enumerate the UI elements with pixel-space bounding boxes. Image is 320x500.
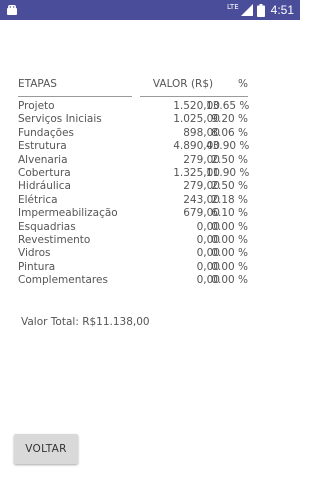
row-etapa: Cobertura	[18, 166, 71, 179]
row-etapa: Fundações	[18, 126, 75, 139]
row-etapa: Impermeabilização	[18, 207, 118, 220]
table-header: ETAPAS VALOR (R$) %	[18, 76, 258, 96]
network-type-label: LTE	[227, 2, 239, 11]
row-etapa: Complementares	[18, 274, 108, 287]
clock: 4:51	[270, 3, 294, 17]
android-notification-icon	[7, 5, 17, 15]
row-etapa: Estrutura	[18, 140, 67, 153]
row-percent: 2.18 %	[211, 193, 248, 206]
row-percent: 11.90 %	[206, 166, 250, 179]
table-row: Alvenaria 279,00 2.50 %	[18, 154, 258, 167]
row-etapa: Esquadrias	[18, 220, 76, 233]
header-etapas: ETAPAS	[18, 78, 57, 90]
table-row: Hidráulica 279,00 2.50 %	[18, 180, 258, 193]
row-percent: 2.50 %	[211, 153, 248, 166]
row-percent: 0.00 %	[211, 274, 248, 287]
row-etapa: Serviços Iniciais	[18, 113, 102, 126]
table-row: Complementares 0,00 0.00 %	[18, 274, 258, 287]
signal-icon	[240, 4, 253, 16]
table-body: Projeto 1.520,00 13.65 % Serviços Iniciais…	[18, 100, 258, 287]
status-icons: LTE 4:51	[227, 0, 294, 20]
table-row: Fundações 898,00 8.06 %	[18, 127, 258, 140]
row-etapa: Pintura	[18, 260, 56, 273]
table-row: Revestimento 0,00 0.00 %	[18, 234, 258, 247]
table-row: Impermeabilização 679,00 6.10 %	[18, 207, 258, 220]
row-percent: 2.50 %	[211, 180, 248, 193]
notification-area	[6, 3, 18, 22]
row-etapa: Alvenaria	[18, 153, 68, 166]
voltar-button[interactable]: VOLTAR	[14, 434, 78, 464]
table-row: Elétrica 243,00 2.18 %	[18, 194, 258, 207]
divider-etapas	[18, 96, 132, 97]
battery-icon	[256, 3, 265, 17]
table-row: Pintura 0,00 0.00 %	[18, 261, 258, 274]
row-etapa: Revestimento	[18, 233, 91, 246]
table-row: Estrutura 4.890,00 43.90 %	[18, 140, 258, 153]
status-bar: LTE 4:51	[0, 0, 300, 20]
etapas-table: ETAPAS VALOR (R$) % Projeto 1.520,00 13.65…	[18, 76, 258, 287]
row-percent: 0.00 %	[211, 247, 248, 260]
row-percent: 6.10 %	[211, 207, 248, 220]
header-divider	[18, 96, 258, 98]
row-percent: 8.06 %	[211, 126, 248, 139]
row-etapa: Hidráulica	[18, 180, 71, 193]
table-row: Serviços Iniciais 1.025,00 9.20 %	[18, 113, 258, 126]
total-value: Valor Total: R$11.138,00	[21, 316, 150, 328]
header-valor: VALOR (R$)	[152, 78, 214, 90]
divider-percent	[206, 96, 248, 97]
row-percent: 0.00 %	[211, 233, 248, 246]
table-row: Vidros 0,00 0.00 %	[18, 247, 258, 260]
table-row: Esquadrias 0,00 0.00 %	[18, 221, 258, 234]
table-row: Cobertura 1.325,00 11.90 %	[18, 167, 258, 180]
row-etapa: Elétrica	[18, 193, 58, 206]
row-etapa: Projeto	[18, 100, 55, 112]
row-percent: 43.90 %	[206, 140, 250, 153]
row-percent: 0.00 %	[211, 260, 248, 273]
row-etapa: Vidros	[18, 247, 51, 260]
row-percent: 9.20 %	[211, 113, 248, 126]
header-percent: %	[238, 78, 248, 90]
row-percent: 0.00 %	[211, 220, 248, 233]
row-percent: 13.65 %	[206, 100, 250, 112]
table-row: Projeto 1.520,00 13.65 %	[18, 100, 258, 113]
